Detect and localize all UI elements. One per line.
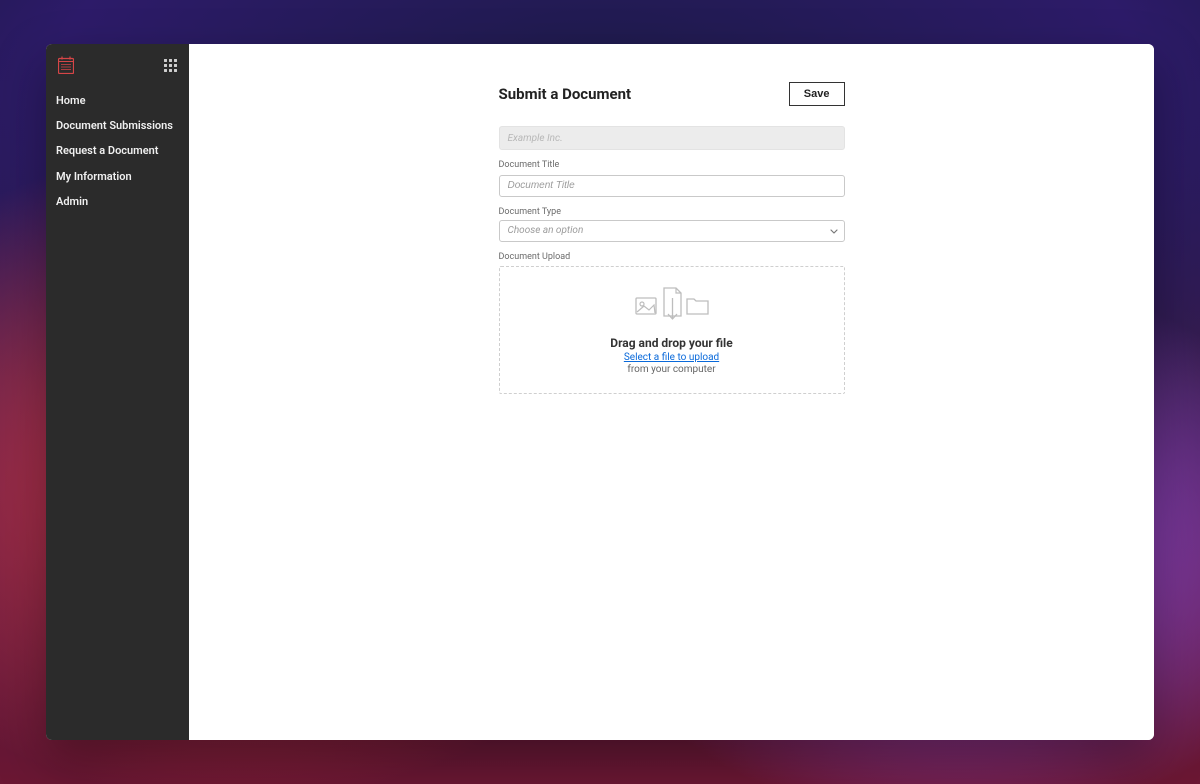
sidebar-item-label: My Information: [56, 170, 132, 183]
document-title-input[interactable]: [499, 175, 845, 197]
sidebar-item-my-information[interactable]: My Information: [46, 164, 189, 189]
sidebar-item-label: Request a Document: [56, 144, 159, 157]
select-file-link[interactable]: Select a file to upload: [624, 352, 719, 363]
apps-grid-icon[interactable]: [164, 59, 177, 72]
document-type-field: Document Type Choose an option: [499, 207, 845, 242]
company-value: Example Inc.: [508, 133, 563, 144]
page-title: Submit a Document: [499, 85, 632, 103]
save-button[interactable]: Save: [789, 82, 845, 106]
document-type-select[interactable]: Choose an option: [499, 220, 845, 242]
sidebar-header: [46, 44, 189, 88]
document-type-label: Document Type: [499, 207, 845, 217]
company-readonly-input: Example Inc.: [499, 126, 845, 150]
main-content: Submit a Document Save Example Inc. Docu…: [189, 44, 1154, 740]
sidebar-item-request-document[interactable]: Request a Document: [46, 138, 189, 163]
document-upload-label: Document Upload: [499, 252, 845, 262]
sidebar-item-home[interactable]: Home: [46, 88, 189, 113]
sidebar-item-admin[interactable]: Admin: [46, 189, 189, 214]
document-title-label: Document Title: [499, 160, 845, 170]
dropzone-title: Drag and drop your file: [610, 336, 732, 350]
upload-illustration-icon: [634, 284, 710, 326]
document-type-placeholder: Choose an option: [508, 225, 584, 236]
upload-dropzone[interactable]: Drag and drop your file Select a file to…: [499, 266, 845, 394]
sidebar-nav: Home Document Submissions Request a Docu…: [46, 88, 189, 214]
submit-document-form: Submit a Document Save Example Inc. Docu…: [499, 82, 845, 394]
app-window: Home Document Submissions Request a Docu…: [46, 44, 1154, 740]
sidebar-item-label: Home: [56, 94, 86, 107]
sidebar-item-document-submissions[interactable]: Document Submissions: [46, 113, 189, 138]
calendar-logo-icon: [58, 56, 74, 74]
form-header: Submit a Document Save: [499, 82, 845, 106]
company-field: Example Inc.: [499, 126, 845, 150]
sidebar-item-label: Document Submissions: [56, 119, 173, 132]
sidebar: Home Document Submissions Request a Docu…: [46, 44, 189, 740]
document-title-field: Document Title: [499, 160, 845, 197]
dropzone-subtext: from your computer: [627, 364, 715, 375]
sidebar-item-label: Admin: [56, 195, 88, 208]
document-upload-field: Document Upload: [499, 252, 845, 394]
document-type-select-wrap: Choose an option: [499, 220, 845, 242]
